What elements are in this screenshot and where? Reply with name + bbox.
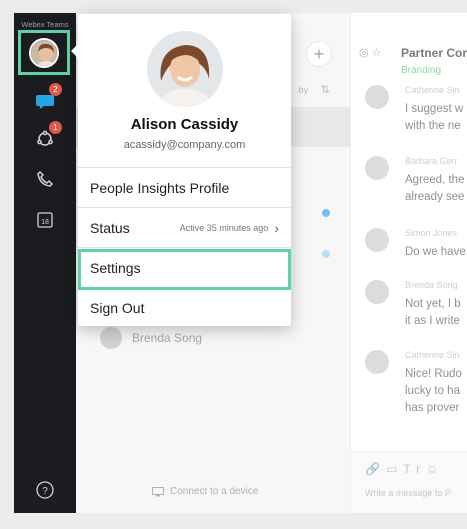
chevron-right-icon: › (274, 219, 279, 236)
calendar-icon[interactable]: 18 (32, 207, 58, 233)
calendar-date: 18 (41, 219, 49, 226)
menu-item-label: Settings (90, 259, 141, 276)
menu-item-insights[interactable]: People Insights Profile (78, 167, 291, 207)
messages-badge: 2 (49, 83, 62, 96)
menu-item-label: Sign Out (90, 299, 145, 316)
menu-item-status[interactable]: Status Active 35 minutes ago › (78, 207, 291, 247)
menu-item-label: People Insights Profile (90, 179, 230, 196)
avatar (29, 37, 59, 68)
status-detail: Active 35 minutes ago (179, 222, 269, 233)
profile-menu: Alison Cassidy acassidy@company.com Peop… (71, 14, 291, 327)
messages-icon[interactable]: 2 (32, 83, 62, 114)
menu-item-signout[interactable]: Sign Out (78, 287, 291, 327)
help-glyph: ? (42, 486, 48, 497)
teams-icon[interactable]: 1 (32, 121, 62, 152)
menu-item-label: Status (90, 219, 130, 236)
profile-email: acassidy@company.com (123, 139, 246, 151)
profile-name: Alison Cassidy (130, 116, 239, 133)
profile-avatar-button[interactable] (18, 30, 70, 75)
help-icon[interactable]: ? (32, 477, 58, 503)
menu-item-settings[interactable]: Settings (78, 247, 291, 287)
menu-caret (71, 44, 78, 58)
phone-icon[interactable] (32, 166, 58, 192)
profile-photo (147, 31, 223, 107)
left-rail: Webex Teams 2 1 18 ? (14, 13, 76, 513)
teams-badge: 1 (49, 121, 62, 134)
app-title: Webex Teams (21, 20, 69, 29)
